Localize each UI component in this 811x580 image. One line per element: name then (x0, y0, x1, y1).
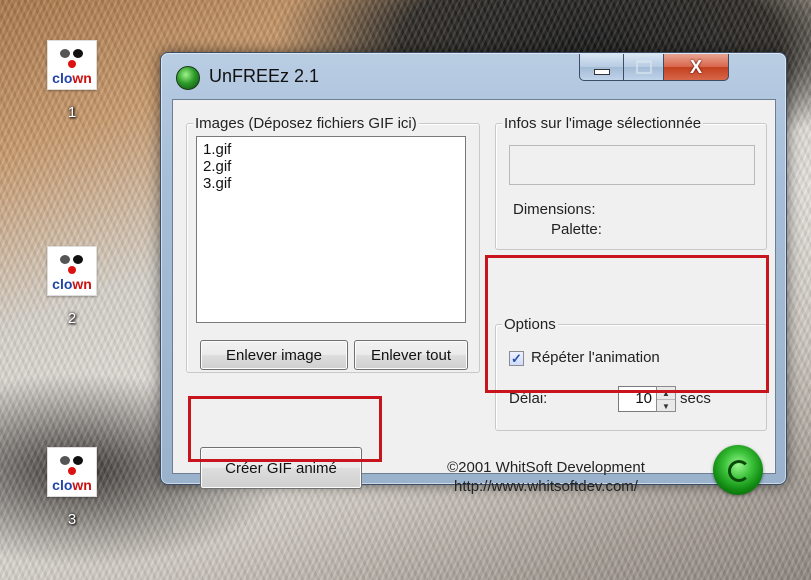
website-link[interactable]: http://www.whitsoftdev.com/ (431, 478, 661, 495)
images-group-label: Images (Déposez fichiers GIF ici) (193, 115, 419, 132)
spin-down-icon[interactable]: ▼ (657, 400, 675, 412)
remove-image-button[interactable]: Enlever image (200, 340, 348, 370)
title-bar[interactable]: UnFREEz 2.1 X (161, 53, 786, 99)
remove-all-button[interactable]: Enlever tout (354, 340, 468, 370)
close-button[interactable]: X (663, 54, 729, 81)
clown-image-icon: clown (47, 246, 97, 296)
unfreez-window: UnFREEz 2.1 X Images (Déposez fichiers G… (160, 52, 787, 495)
copyright-text: ©2001 WhitSoft Development (447, 459, 645, 476)
desktop-icon-1[interactable]: clown 1 (38, 40, 106, 121)
maximize-button[interactable] (623, 54, 665, 81)
desktop-icon-3[interactable]: clown 3 (38, 447, 106, 528)
close-icon: X (689, 56, 702, 77)
palette-label: Palette: (551, 221, 602, 238)
clown-image-icon: clown (47, 447, 97, 497)
desktop-icon-2[interactable]: clown 2 (38, 246, 106, 327)
app-icon[interactable] (176, 66, 200, 90)
gif-file-list[interactable]: 1.gif 2.gif 3.gif (196, 136, 466, 323)
whitsoft-logo-icon (713, 445, 763, 495)
list-item[interactable]: 1.gif (203, 141, 465, 158)
desktop-icon-label: 1 (67, 104, 77, 121)
image-info-field (509, 145, 755, 185)
list-item[interactable]: 3.gif (203, 175, 465, 192)
desktop-icon-label: 2 (67, 310, 77, 327)
desktop-icon-label: 3 (67, 511, 77, 528)
create-button-highlight-box (188, 396, 382, 462)
dimensions-label: Dimensions: (513, 201, 596, 218)
minimize-icon (594, 69, 610, 75)
maximize-icon (636, 60, 652, 74)
window-title: UnFREEz 2.1 (209, 66, 320, 86)
minimize-button[interactable] (579, 54, 625, 81)
options-highlight-box (485, 255, 769, 393)
image-info-groupbox: Infos sur l'image sélectionnée (495, 115, 767, 250)
image-info-group-label: Infos sur l'image sélectionnée (502, 115, 704, 132)
list-item[interactable]: 2.gif (203, 158, 465, 175)
clown-image-icon: clown (47, 40, 97, 90)
